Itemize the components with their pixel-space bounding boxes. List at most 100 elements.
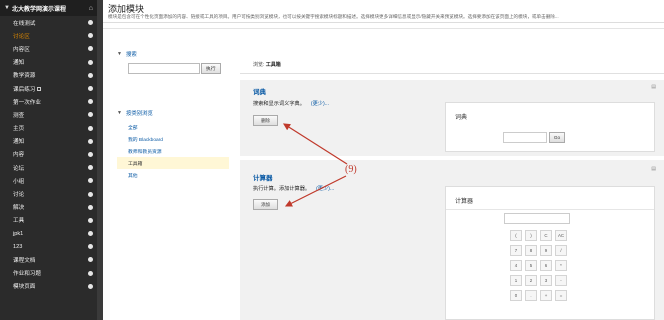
sidebar-item[interactable]: 主页 — [0, 122, 97, 135]
item-options-icon[interactable] — [88, 283, 93, 289]
item-options-icon[interactable] — [88, 20, 93, 26]
sidebar-item[interactable]: 第一次作业 — [0, 95, 97, 108]
card-options-icon[interactable]: ▤ — [651, 84, 656, 90]
item-options-icon[interactable] — [88, 231, 93, 237]
item-options-icon[interactable] — [88, 204, 93, 210]
category-item[interactable]: 我的 Blackboard — [117, 133, 229, 145]
calculator-key[interactable]: ) — [525, 230, 537, 241]
search-section-title[interactable]: ▼ 搜索 — [117, 50, 229, 58]
calculator-key[interactable]: = — [555, 290, 567, 301]
calculator-key[interactable]: 6 — [540, 260, 552, 271]
module-card-dictionary: ▤ 词典 搜索和显示词义字典。 (更少)... 删除 词典 Go — [240, 80, 664, 156]
sidebar-item[interactable]: 论坛 — [0, 161, 97, 174]
search-input[interactable] — [128, 63, 200, 74]
sidebar-item[interactable]: 通知 — [0, 135, 97, 148]
item-options-icon[interactable] — [88, 165, 93, 171]
module-title[interactable]: 词典 — [253, 86, 266, 96]
item-options-icon[interactable] — [88, 125, 93, 131]
module-description: 执行计算。添加计算器。 (更少)... — [253, 186, 335, 192]
item-options-icon[interactable] — [88, 270, 93, 276]
category-item[interactable]: 工具箱 — [117, 157, 229, 169]
category-item[interactable]: 教师和教员资源 — [117, 145, 229, 157]
sidebar-item[interactable]: 通知 — [0, 56, 97, 69]
sidebar-item-label: 工具 — [13, 218, 25, 225]
item-options-icon[interactable] — [88, 151, 93, 157]
item-options-icon[interactable] — [88, 112, 93, 118]
calculator-key[interactable]: 7 — [510, 245, 522, 256]
sidebar-item[interactable]: 工具 — [0, 214, 97, 227]
home-icon[interactable]: ⌂ — [89, 5, 93, 12]
item-options-icon[interactable] — [88, 217, 93, 223]
sidebar-item[interactable]: 讨论区 — [0, 29, 97, 42]
sidebar-item[interactable]: 讨论 — [0, 187, 97, 200]
calculator-key[interactable]: 8 — [525, 245, 537, 256]
item-options-icon[interactable] — [88, 244, 93, 250]
dictionary-input[interactable] — [503, 132, 547, 143]
item-options-icon[interactable] — [88, 59, 93, 65]
calculator-key[interactable]: 3 — [540, 275, 552, 286]
sidebar-item[interactable]: 作业和习题 — [0, 267, 97, 280]
item-options-icon[interactable] — [88, 86, 93, 92]
calculator-key[interactable]: C — [540, 230, 552, 241]
search-go-button[interactable]: 执行 — [201, 63, 221, 74]
search-row: 执行 — [128, 63, 229, 74]
calculator-key[interactable]: + — [540, 290, 552, 301]
item-options-icon[interactable] — [88, 72, 93, 78]
item-options-icon[interactable] — [88, 99, 93, 105]
sidebar-item[interactable]: 内容区 — [0, 42, 97, 55]
sidebar-item[interactable]: jpk1 — [0, 227, 97, 240]
calculator-key[interactable]: AC — [555, 230, 567, 241]
card-options-icon[interactable]: ▤ — [651, 166, 656, 172]
sidebar-item-label: 在线测试 — [13, 20, 36, 27]
item-options-icon[interactable] — [88, 191, 93, 197]
calculator-key[interactable]: ( — [510, 230, 522, 241]
sidebar-item-label: 通知 — [13, 139, 25, 146]
sidebar-item[interactable]: 123 — [0, 240, 97, 253]
sidebar-item[interactable]: 课程文档 — [0, 253, 97, 266]
sidebar-item[interactable]: 测查 — [0, 108, 97, 121]
sidebar-item[interactable]: 小组 — [0, 174, 97, 187]
sidebar-item-label: 讨论 — [13, 192, 25, 199]
sidebar-item[interactable]: 模块页面 — [0, 280, 97, 293]
calculator-key[interactable]: 9 — [540, 245, 552, 256]
calculator-key[interactable]: 1 — [510, 275, 522, 286]
calculator-key[interactable]: 2 — [525, 275, 537, 286]
sidebar-item-label: 123 — [13, 243, 23, 250]
sidebar-item[interactable]: 教学资源 — [0, 69, 97, 82]
browse-section-title[interactable]: ▼ 按类别浏览 — [117, 109, 229, 117]
sidebar-item-label: 论坛 — [13, 165, 25, 172]
calculator-key[interactable]: - — [555, 275, 567, 286]
calculator-key[interactable]: * — [555, 260, 567, 271]
calculator-key[interactable]: 0 — [510, 290, 522, 301]
course-header[interactable]: ▼ 北大教学网演示课程 ⌂ — [0, 0, 97, 16]
sidebar-item-label: 内容区 — [13, 46, 30, 53]
item-options-icon[interactable] — [88, 257, 93, 263]
collapse-triangle-icon[interactable]: ▼ — [4, 5, 12, 11]
sidebar-item-label: 通知 — [13, 60, 25, 67]
remove-button[interactable]: 删除 — [253, 115, 278, 126]
description-rule — [103, 22, 664, 23]
less-link[interactable]: (更少)... — [311, 101, 329, 107]
calculator-key[interactable]: 4 — [510, 260, 522, 271]
sidebar-item[interactable]: 在线测试 — [0, 16, 97, 29]
filter-panel: ▼ 搜索 执行 ▼ 按类别浏览 全部 我的 Blackboard 教师和教员资源 工具… — [117, 50, 229, 181]
item-options-icon[interactable] — [88, 33, 93, 39]
category-item[interactable]: 全部 — [117, 121, 229, 133]
calculator-key[interactable]: 5 — [525, 260, 537, 271]
calculator-key[interactable]: / — [555, 245, 567, 256]
module-title[interactable]: 计算器 — [253, 172, 273, 182]
add-button[interactable]: 添加 — [253, 199, 278, 210]
less-link[interactable]: (更少)... — [316, 186, 334, 192]
item-options-icon[interactable] — [88, 178, 93, 184]
category-item[interactable]: 其他 — [117, 169, 229, 181]
dictionary-go-button[interactable]: Go — [549, 132, 565, 143]
calculator-key[interactable]: . — [525, 290, 537, 301]
item-options-icon[interactable] — [88, 138, 93, 144]
sidebar-item[interactable]: 解决 — [0, 201, 97, 214]
sidebar-item-label: 作业和习题 — [13, 271, 41, 278]
module-card-calculator: ▤ 计算器 执行计算。添加计算器。 (更少)... 添加 计算器 () C AC 7 8 9… — [240, 160, 664, 320]
sidebar-item[interactable]: 课后练习 — [0, 82, 97, 95]
course-title: 北大教学网演示课程 — [12, 6, 67, 13]
item-options-icon[interactable] — [88, 46, 93, 52]
sidebar-item[interactable]: 内容 — [0, 148, 97, 161]
